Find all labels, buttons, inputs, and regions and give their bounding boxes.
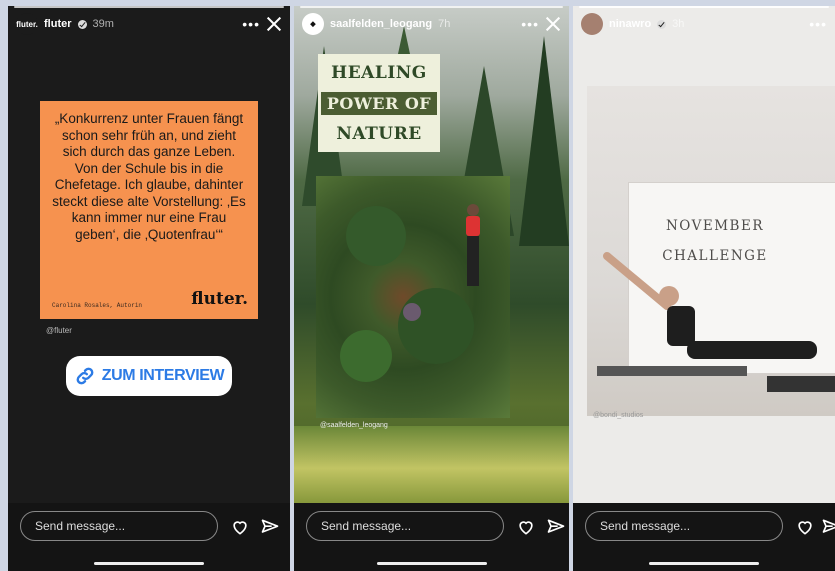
mention-tag[interactable]: @bondi_studios bbox=[593, 412, 643, 419]
reply-bar: Send message... bbox=[573, 503, 835, 571]
flower-foreground bbox=[294, 426, 569, 503]
reply-bar: Send message... bbox=[294, 503, 569, 571]
more-icon[interactable]: ••• bbox=[809, 16, 827, 32]
username[interactable]: ninawro bbox=[609, 18, 651, 30]
heart-icon[interactable] bbox=[516, 517, 536, 537]
avatar[interactable]: ◆ bbox=[302, 13, 324, 35]
story-header: ninawro 3h ••• bbox=[581, 12, 827, 36]
username[interactable]: saalfelden_leogang bbox=[330, 18, 432, 30]
story-saalfelden[interactable]: ◆ saalfelden_leogang 7h ••• HEALING POWE… bbox=[294, 6, 569, 571]
link-sticker-button[interactable]: ZUM INTERVIEW bbox=[66, 356, 232, 396]
reply-bar: Send message... bbox=[8, 503, 290, 571]
verified-icon bbox=[77, 19, 87, 29]
heart-icon[interactable] bbox=[795, 517, 815, 537]
send-message-input[interactable]: Send message... bbox=[20, 511, 218, 541]
link-sticker-label: ZUM INTERVIEW bbox=[101, 367, 225, 384]
challenge-line-1: NOVEMBER bbox=[665, 218, 764, 234]
send-icon[interactable] bbox=[821, 517, 835, 537]
send-icon[interactable] bbox=[260, 517, 280, 537]
close-icon[interactable] bbox=[266, 16, 282, 32]
progress-bar bbox=[14, 6, 284, 8]
post-time: 39m bbox=[92, 18, 114, 30]
story-header: ◆ saalfelden_leogang 7h ••• bbox=[302, 12, 561, 36]
quote-author: Carolina Rosales, Autorin bbox=[52, 302, 143, 309]
username[interactable]: fluter bbox=[44, 18, 72, 30]
more-icon[interactable]: ••• bbox=[242, 16, 260, 32]
home-indicator bbox=[94, 562, 204, 565]
title-line-3: NATURE bbox=[336, 123, 422, 144]
photo-content bbox=[340, 204, 480, 382]
quote-card: „Konkurrenz unter Frauen fängt schon seh… bbox=[40, 101, 258, 319]
avatar[interactable] bbox=[581, 13, 603, 35]
quote-logo: fluter. bbox=[191, 289, 248, 309]
heart-icon[interactable] bbox=[230, 517, 250, 537]
title-line-2: POWER OF bbox=[320, 91, 438, 115]
home-indicator bbox=[649, 562, 759, 565]
home-indicator bbox=[376, 562, 487, 565]
mention-tag[interactable]: @saalfelden_leogang bbox=[320, 422, 388, 429]
pilates-figure bbox=[597, 252, 835, 392]
quote-text: „Konkurrenz unter Frauen fängt schon seh… bbox=[52, 111, 246, 242]
avatar[interactable]: fluter. bbox=[16, 13, 38, 35]
send-message-input[interactable]: Send message... bbox=[585, 511, 783, 541]
verified-icon bbox=[657, 19, 667, 29]
story-fluter[interactable]: fluter. fluter 39m ••• „Konkurrenz unter… bbox=[8, 6, 290, 571]
story-header: fluter. fluter 39m ••• bbox=[16, 12, 282, 36]
story-ninawro[interactable]: NOVEMBER CHALLENGE ninawro 3h ••• @bondi… bbox=[573, 6, 835, 571]
title-line-1: HEALING bbox=[331, 62, 427, 83]
forest-photo bbox=[316, 176, 510, 418]
progress-bar bbox=[579, 6, 829, 8]
post-time: 3h bbox=[672, 18, 685, 30]
post-time: 7h bbox=[438, 18, 451, 30]
send-message-input[interactable]: Send message... bbox=[306, 511, 504, 541]
more-icon[interactable]: ••• bbox=[521, 16, 539, 32]
title-sticker: HEALING POWER OF NATURE bbox=[318, 54, 440, 152]
send-icon[interactable] bbox=[546, 517, 566, 537]
mention-tag[interactable]: @fluter bbox=[46, 326, 72, 335]
progress-bar bbox=[300, 6, 563, 8]
link-icon bbox=[76, 367, 94, 385]
close-icon[interactable] bbox=[545, 16, 561, 32]
